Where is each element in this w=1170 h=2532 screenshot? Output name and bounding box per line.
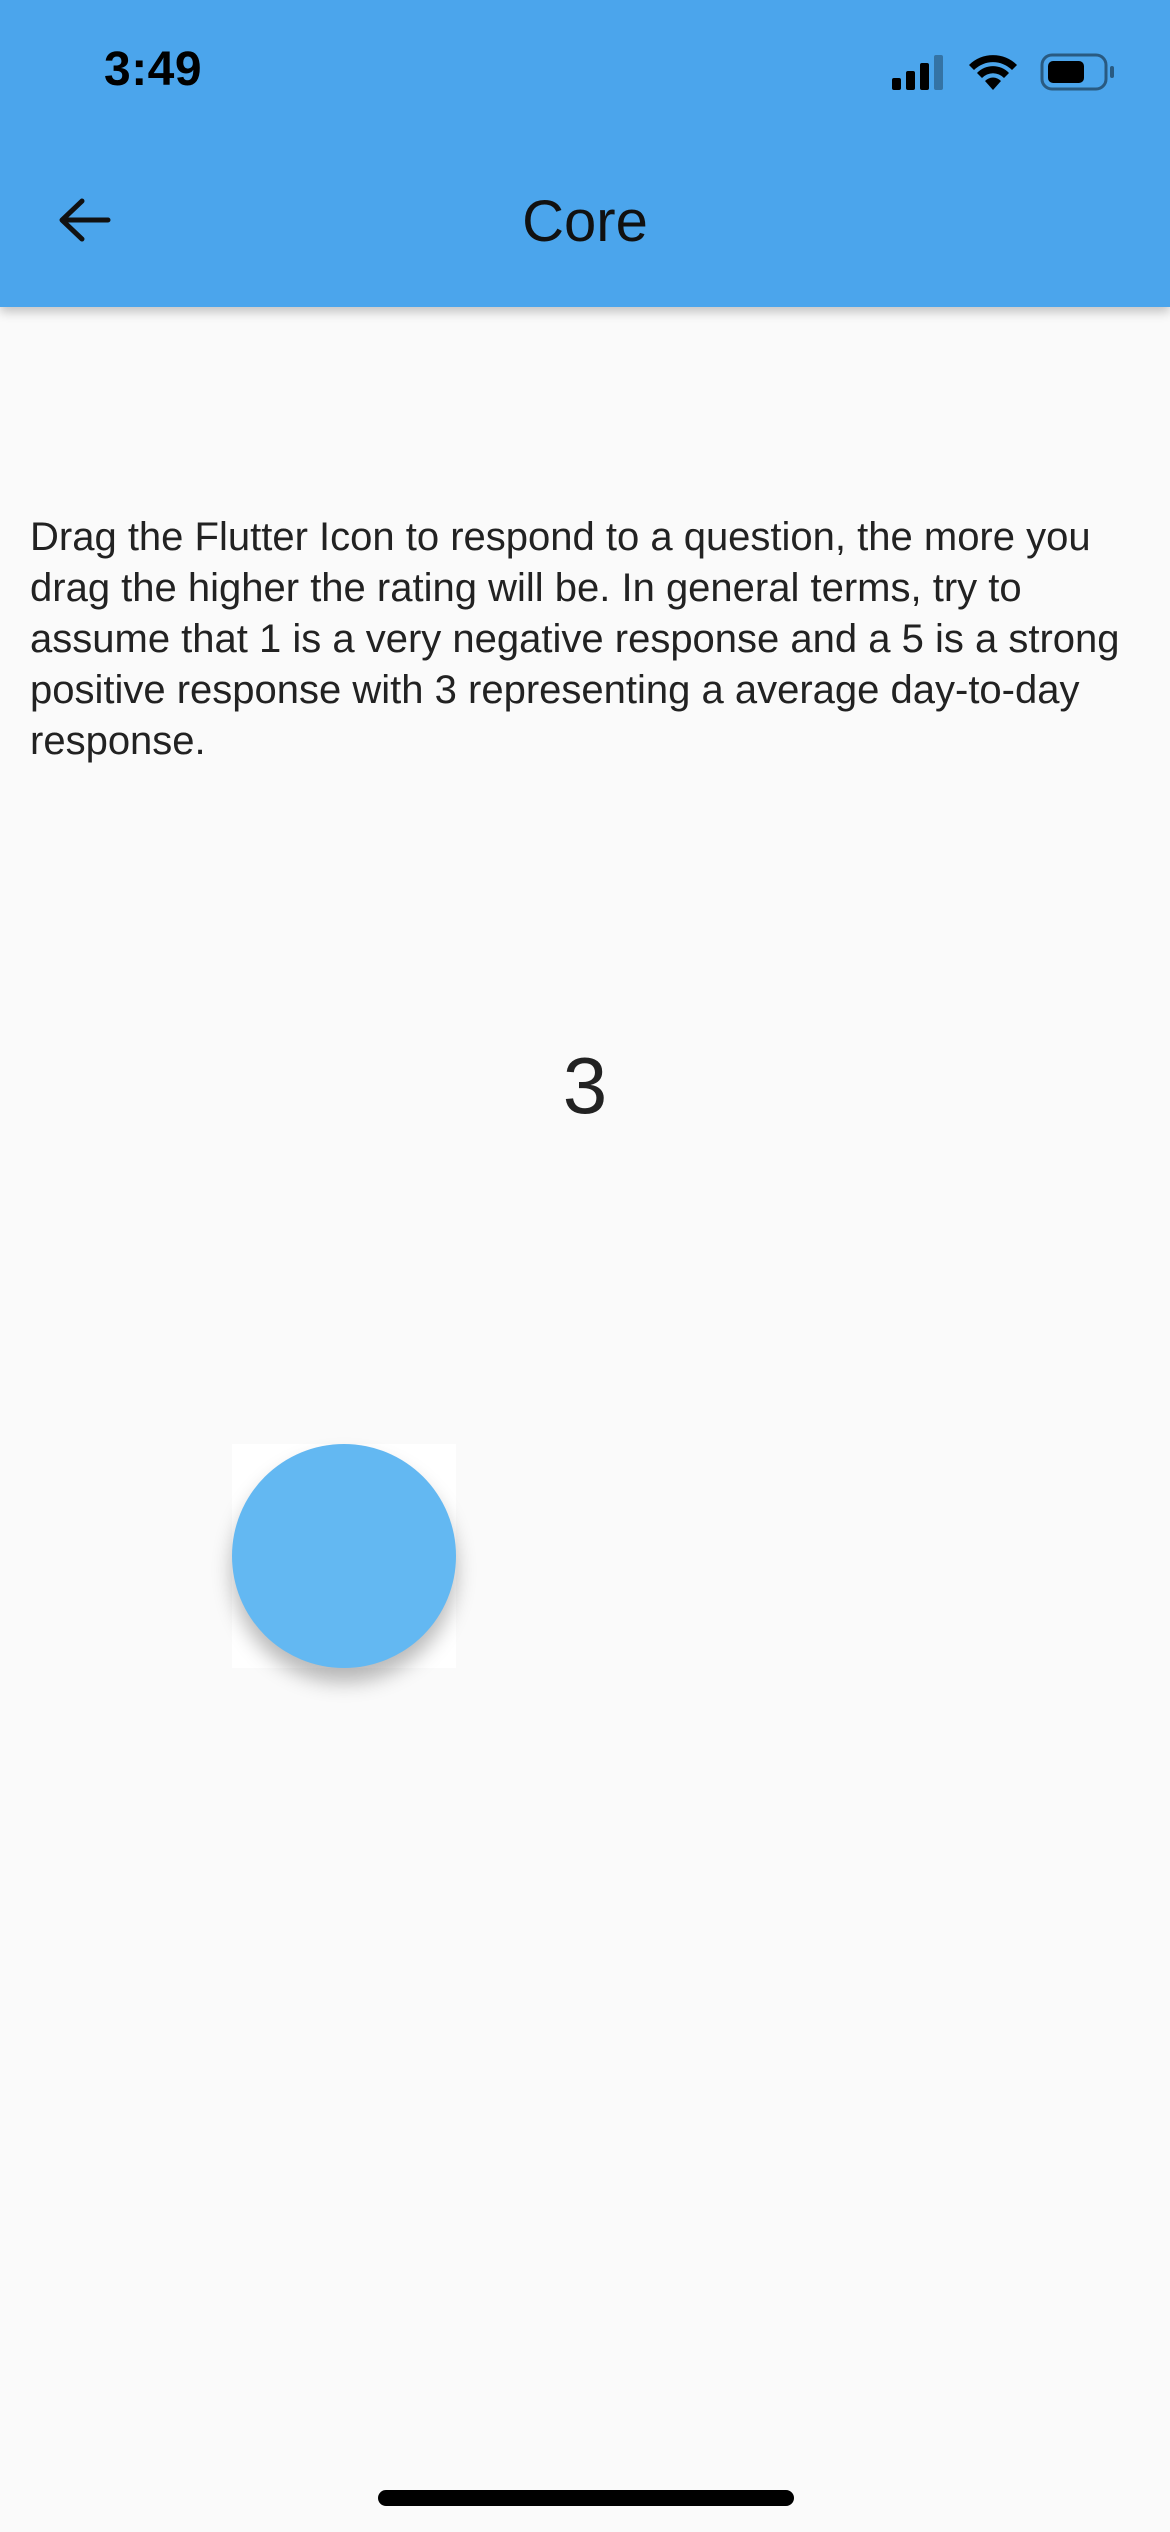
rating-value: 3 xyxy=(562,1041,608,1130)
status-icons xyxy=(892,50,1116,94)
rating-drag-handle[interactable] xyxy=(232,1444,456,1668)
home-indicator xyxy=(378,2490,794,2506)
app-bar: 3:49 Core xyxy=(0,0,1170,307)
status-time: 3:49 xyxy=(104,43,203,96)
instructions-text: Drag the Flutter Icon to respond to a qu… xyxy=(30,515,1120,763)
page-title: Core xyxy=(522,189,648,254)
battery-icon xyxy=(1040,53,1114,91)
wifi-icon xyxy=(969,55,1017,90)
screen: 3:49 Core Drag the Flutter Icon to respo… xyxy=(0,0,1170,2532)
cellular-signal-icon xyxy=(892,55,943,90)
